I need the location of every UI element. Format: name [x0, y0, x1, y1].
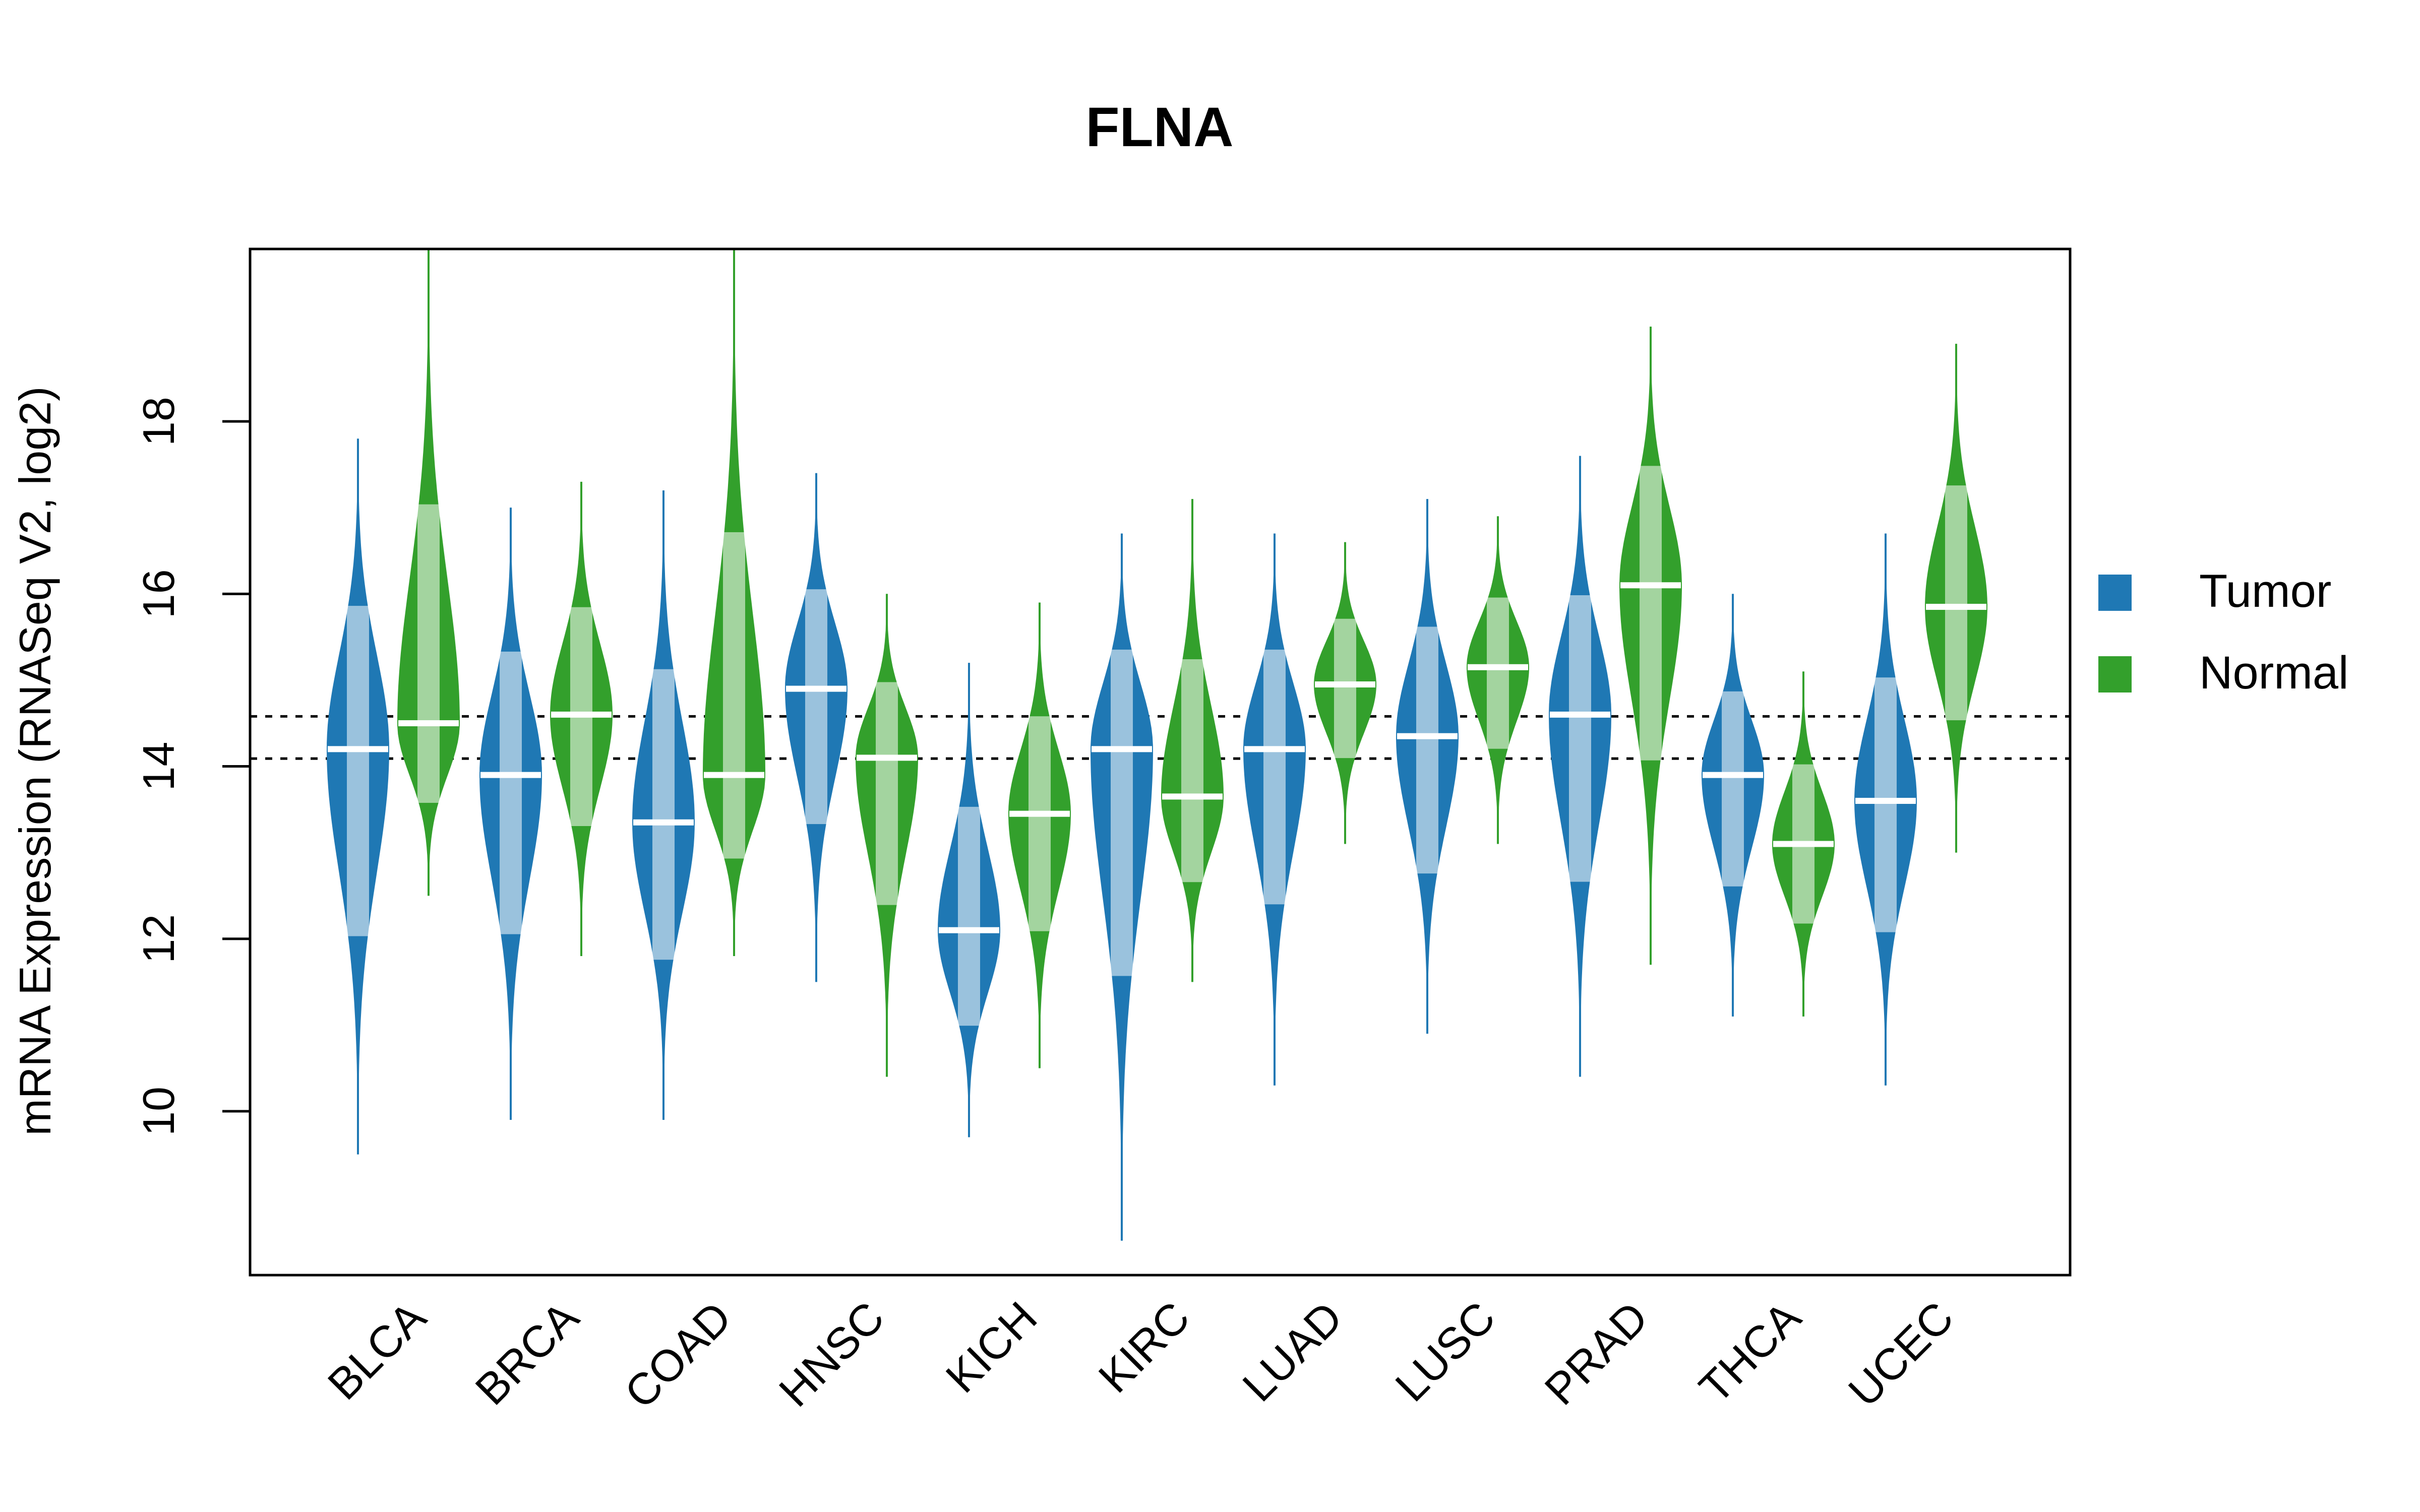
y-tick-label: 18 [134, 397, 184, 446]
violin-median [1468, 664, 1528, 670]
y-tick-label: 12 [134, 914, 184, 964]
violin-points-band [876, 682, 898, 905]
violin-median [1773, 841, 1834, 847]
violin-normal-thca [1772, 671, 1835, 1017]
violin-median [704, 772, 764, 778]
violin-normal-brca [550, 481, 613, 956]
violin-median [1703, 772, 1763, 778]
violin-median [1926, 604, 1986, 610]
violin-median [1550, 711, 1610, 718]
y-tick-label: 10 [134, 1087, 184, 1136]
violin-median [1855, 797, 1916, 804]
violin-points-band [652, 669, 675, 960]
violin-points-band [1569, 595, 1591, 882]
violin-tumor-brca [479, 508, 542, 1120]
violin-tumor-blca [327, 438, 389, 1155]
violin-median [1244, 746, 1305, 752]
violin-points-band [723, 532, 745, 859]
violin-normal-kirc [1161, 499, 1224, 982]
violin-median [1009, 810, 1070, 817]
x-tick-label-blca: BLCA [318, 1292, 436, 1409]
violin-points-band [1487, 597, 1509, 749]
x-tick-label-hnsc: HNSC [769, 1292, 893, 1416]
violin-normal-ucec [1925, 344, 1987, 853]
violin-tumor-prad [1549, 456, 1611, 1077]
violin-median [480, 772, 541, 778]
violin-tumor-kich [938, 663, 1000, 1138]
violin-tumor-luad [1243, 533, 1306, 1086]
violin-points-band [1640, 466, 1662, 761]
violin-normal-luad [1314, 542, 1376, 844]
violin-median [398, 720, 459, 727]
violin-normal-coad [703, 249, 765, 956]
violin-points-band [1028, 716, 1051, 931]
violin-points-band [347, 606, 369, 936]
legend-label-normal: Normal [2199, 647, 2348, 699]
violin-points-band [1111, 649, 1133, 976]
violin-normal-prad [1619, 326, 1682, 965]
violin-normal-hnsc [856, 594, 918, 1077]
violin-points-band [1181, 659, 1203, 883]
violin-median [857, 754, 917, 761]
violin-median [939, 927, 999, 933]
violin-median [633, 819, 694, 826]
violin-median [1162, 793, 1223, 800]
x-tick-label-coad: COAD [615, 1292, 741, 1418]
violin-median [328, 746, 388, 752]
y-tick-label: 16 [134, 569, 184, 618]
x-tick-label-prad: PRAD [1535, 1292, 1658, 1414]
violin-points-band [1416, 626, 1438, 874]
legend-swatch-normal [2098, 656, 2132, 692]
violin-tumor-kirc [1091, 533, 1153, 1241]
violin-tumor-lusc [1396, 499, 1459, 1034]
violin-normal-kich [1008, 602, 1071, 1068]
violin-points-band [1334, 618, 1356, 759]
violin-points-band [1722, 691, 1744, 887]
violin-tumor-hnsc [785, 473, 848, 982]
x-tick-label-kirc: KIRC [1089, 1292, 1199, 1402]
violin-tumor-thca [1702, 594, 1764, 1017]
x-tick-label-ucec: UCEC [1839, 1292, 1963, 1416]
x-tick-label-kich: KICH [936, 1292, 1047, 1402]
legend: Tumor Normal [2098, 565, 2348, 699]
violin-median [786, 685, 846, 692]
violin-median [1620, 582, 1681, 589]
x-axis: BLCA BRCA COAD HNSC KICH KIRC LUAD LUSC PRAD THCA… [318, 1292, 1963, 1418]
violin-normal-blca [397, 249, 460, 896]
violin-points-band [1945, 485, 1967, 721]
y-axis: 10 12 14 16 18 [134, 397, 250, 1136]
x-tick-label-luad: LUAD [1233, 1292, 1352, 1411]
violin-median [1315, 681, 1375, 688]
x-tick-label-brca: BRCA [466, 1292, 588, 1414]
x-tick-label-lusc: LUSC [1385, 1292, 1504, 1411]
legend-label-tumor: Tumor [2199, 565, 2331, 617]
violin-points-band [500, 651, 522, 934]
violin-points-band [1263, 649, 1286, 905]
violin-tumor-coad [632, 490, 695, 1120]
violin-median [551, 711, 612, 718]
violin-points-band [805, 589, 827, 825]
chart-title: FLNA [1085, 96, 1233, 158]
violins [327, 249, 1987, 1241]
violin-points-band [1874, 677, 1897, 932]
violin-chart: FLNA mRNA Expression (RNASeq V2, log2) 1… [10, 96, 2348, 1418]
violin-median [1397, 733, 1458, 739]
legend-swatch-tumor [2098, 575, 2132, 611]
violin-points-band [417, 504, 440, 803]
x-tick-label-thca: THCA [1689, 1292, 1810, 1413]
y-axis-label: mRNA Expression (RNASeq V2, log2) [10, 387, 60, 1136]
violin-points-band [958, 806, 980, 1026]
violin-normal-lusc [1467, 516, 1529, 844]
violin-median [1092, 746, 1152, 752]
violin-tumor-ucec [1854, 533, 1917, 1086]
y-tick-label: 14 [134, 742, 184, 791]
